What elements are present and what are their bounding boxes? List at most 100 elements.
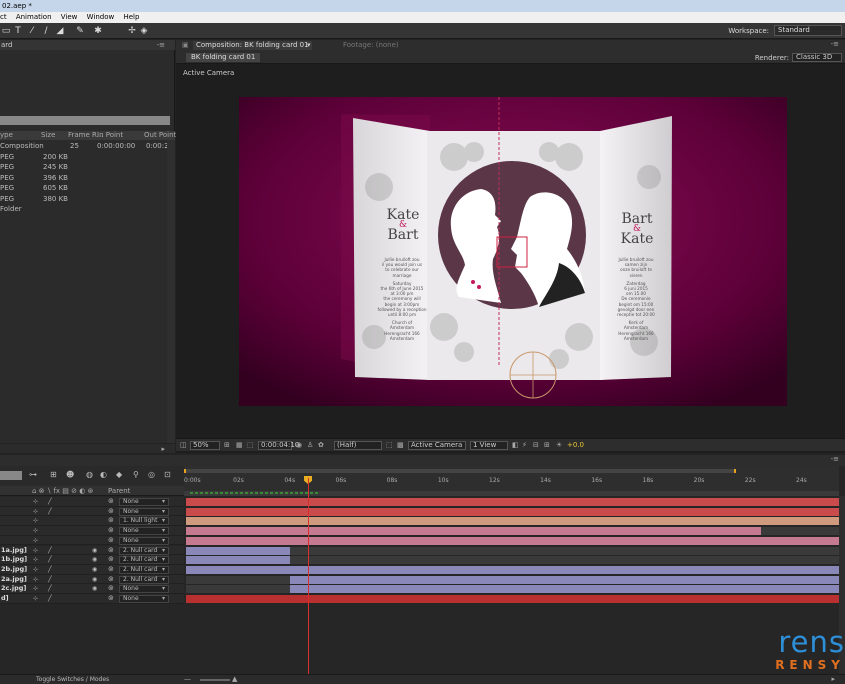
- dropdown-arrow-icon[interactable]: ▾: [162, 594, 165, 604]
- collapse-switch-icon[interactable]: ⊹: [33, 565, 38, 575]
- menu-item-help[interactable]: Help: [123, 13, 139, 21]
- layer-row[interactable]: 1b.jpg] ⊹ ╱ ◉ ⊚ 2. Null card ▾: [0, 555, 184, 565]
- lock-icon[interactable]: ▣: [182, 41, 189, 49]
- layer-duration-bar[interactable]: [186, 556, 291, 565]
- layer-row[interactable]: d] ⊹ ╱ ⊚ None ▾: [0, 594, 184, 604]
- exposure-value[interactable]: +0.0: [567, 441, 584, 449]
- layer-duration-bar[interactable]: [290, 575, 839, 584]
- layer-duration-bar[interactable]: [186, 517, 839, 526]
- layer-row[interactable]: ⊹ ⊚ None ▾: [0, 535, 184, 546]
- collapse-switch-icon[interactable]: ⊹: [33, 536, 38, 546]
- comp-mini-flowchart-icon[interactable]: ⊶: [29, 470, 37, 479]
- col-type[interactable]: ype: [0, 131, 13, 140]
- panel-menu-icon[interactable]: -≡: [831, 455, 839, 463]
- view-layout-dropdown[interactable]: 1 View: [470, 441, 508, 450]
- project-search-input[interactable]: [0, 116, 170, 125]
- collapse-switch-icon[interactable]: ⊹: [33, 526, 38, 536]
- parent-pickwhip-icon[interactable]: ⊚: [108, 575, 114, 585]
- dropdown-arrow-icon[interactable]: ▾: [162, 497, 165, 507]
- project-scrollbar[interactable]: [167, 140, 175, 443]
- graph-editor-icon[interactable]: ◆: [116, 470, 122, 479]
- reset-exposure-icon[interactable]: ☀: [556, 441, 562, 449]
- parent-pickwhip-icon[interactable]: ⊚: [108, 546, 114, 556]
- parent-pickwhip-icon[interactable]: ⊚: [108, 565, 114, 575]
- always-preview-icon[interactable]: ◫: [180, 441, 187, 449]
- project-item-row[interactable]: PEG 245 KB: [0, 162, 175, 173]
- quality-switch-icon[interactable]: ╱: [48, 575, 52, 585]
- project-item-row[interactable]: PEG 380 KB: [0, 194, 175, 205]
- layer-row[interactable]: 2b.jpg] ⊹ ╱ ◉ ⊚ 2. Null card ▾: [0, 564, 184, 575]
- project-item-row[interactable]: Folder: [0, 204, 175, 215]
- layer-row[interactable]: ⊹ ⊚ 1. Null light ▾: [0, 516, 184, 527]
- layer-row[interactable]: 2a.jpg] ⊹ ╱ ◉ ⊚ 2. Null card ▾: [0, 574, 184, 585]
- quality-switch-icon[interactable]: ╱: [48, 584, 52, 594]
- shy-icon[interactable]: ☻: [66, 470, 74, 479]
- mask-icon[interactable]: ⬚: [247, 441, 254, 449]
- roi-icon[interactable]: ⬚: [386, 441, 393, 449]
- layer-name[interactable]: 2b.jpg]: [0, 565, 30, 575]
- menu-item-effect[interactable]: ct: [0, 13, 7, 21]
- world-axis-icon[interactable]: ◈: [138, 25, 150, 37]
- pen-tool-icon[interactable]: ⁄: [26, 25, 38, 37]
- graph-toggle-icon[interactable]: ⊡: [164, 470, 171, 479]
- dropdown-arrow-icon[interactable]: ▾: [162, 546, 165, 556]
- view-dropdown[interactable]: Active Camera: [408, 441, 466, 450]
- parent-pickwhip-icon[interactable]: ⊚: [108, 594, 114, 604]
- roto-tool-icon[interactable]: ✎: [74, 25, 86, 37]
- dropdown-arrow-icon[interactable]: ▾: [162, 526, 165, 536]
- layer-name[interactable]: 1b.jpg]: [0, 555, 30, 565]
- quality-switch-icon[interactable]: ╱: [48, 594, 52, 604]
- collapse-switch-icon[interactable]: ⊹: [33, 584, 38, 594]
- scroll-right-icon[interactable]: ▸: [161, 445, 165, 453]
- project-item-row[interactable]: PEG 605 KB: [0, 183, 175, 194]
- layer-row[interactable]: 1a.jpg] ⊹ ╱ ◉ ⊚ 2. Null card ▾: [0, 545, 184, 556]
- layer-duration-bar[interactable]: [186, 565, 839, 574]
- parent-pickwhip-icon[interactable]: ⊚: [108, 497, 114, 507]
- dropdown-arrow-icon[interactable]: ▾: [162, 555, 165, 565]
- flowchart-icon[interactable]: ⊞: [544, 441, 550, 449]
- comp-nav-tab[interactable]: BK folding card 01: [186, 53, 261, 62]
- project-tab[interactable]: ard -≡: [0, 40, 175, 50]
- layer-duration-bar[interactable]: [186, 536, 839, 545]
- parent-pickwhip-icon[interactable]: ⊚: [108, 516, 114, 526]
- work-area-end[interactable]: [734, 469, 736, 473]
- dropdown-arrow-icon[interactable]: ▾: [162, 536, 165, 546]
- quality-switch-icon[interactable]: ╱: [48, 546, 52, 556]
- 3d-layer-switch-icon[interactable]: ◉: [92, 565, 97, 575]
- parent-pickwhip-icon[interactable]: ⊚: [108, 584, 114, 594]
- tab-dropdown-icon[interactable]: ▾: [307, 41, 311, 49]
- parent-pickwhip-icon[interactable]: ⊚: [108, 555, 114, 565]
- collapse-switch-icon[interactable]: ⊹: [33, 546, 38, 556]
- collapse-switch-icon[interactable]: ⊹: [33, 507, 38, 517]
- layer-row[interactable]: 2c.jpg] ⊹ ╱ ◉ ⊚ None ▾: [0, 584, 184, 594]
- time-ruler[interactable]: [184, 466, 839, 496]
- col-in-point[interactable]: In Point: [97, 131, 123, 140]
- eraser-tool-icon[interactable]: ◢: [54, 25, 66, 37]
- layer-row[interactable]: ⊹ ╱ ⊚ None ▾: [0, 497, 184, 507]
- zoom-slider[interactable]: [200, 679, 230, 681]
- layer-duration-bar[interactable]: [186, 507, 839, 516]
- timeline-search-input[interactable]: [0, 471, 22, 480]
- parent-pickwhip-icon[interactable]: ⊚: [108, 536, 114, 546]
- collapse-switch-icon[interactable]: ⊹: [33, 497, 38, 507]
- show-snapshot-icon[interactable]: ♙: [307, 441, 313, 449]
- axis-mode-icon[interactable]: ✢: [126, 25, 138, 37]
- rect-tool-icon[interactable]: ▭: [0, 25, 12, 37]
- zoom-dropdown[interactable]: 50%: [190, 441, 220, 450]
- zoom-in-icon[interactable]: ▲: [232, 675, 237, 683]
- layer-name[interactable]: 2a.jpg]: [0, 575, 30, 585]
- motion-blur-icon[interactable]: ◐: [100, 470, 107, 479]
- layer-duration-bar[interactable]: [186, 527, 761, 536]
- toggle-pixel-aspect-icon[interactable]: ◧: [512, 441, 519, 449]
- quality-switch-icon[interactable]: ╱: [48, 497, 52, 507]
- layer-name[interactable]: 1a.jpg]: [0, 546, 30, 556]
- 3d-layer-switch-icon[interactable]: ◉: [92, 584, 97, 594]
- quality-switch-icon[interactable]: ╱: [48, 507, 52, 517]
- workspace-dropdown[interactable]: Standard: [774, 25, 842, 36]
- layer-duration-bar[interactable]: [186, 595, 839, 603]
- collapse-switch-icon[interactable]: ⊹: [33, 594, 38, 604]
- timeline-icon[interactable]: ⊟: [533, 441, 539, 449]
- dropdown-arrow-icon[interactable]: ▾: [162, 584, 165, 594]
- renderer-dropdown[interactable]: Classic 3D: [792, 53, 842, 62]
- puppet-tool-icon[interactable]: ✱: [92, 25, 104, 37]
